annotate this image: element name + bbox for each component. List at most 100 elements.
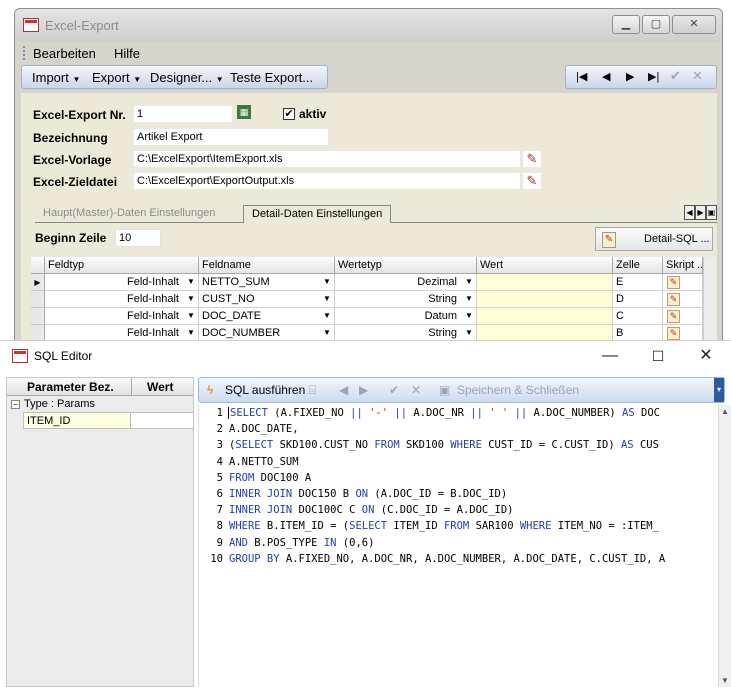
grid-cell-zelle[interactable]: E xyxy=(613,274,663,291)
vorlage-field[interactable]: C:\ExcelExport\ItemExport.xls xyxy=(133,150,521,168)
row-selector[interactable] xyxy=(31,308,45,325)
grid-cell-zelle[interactable]: D xyxy=(613,291,663,308)
dropdown-arrow-icon[interactable]: ▼ xyxy=(185,276,197,288)
code-line[interactable]: 4 A.NETTO_SUM xyxy=(199,456,719,473)
zieldatei-field[interactable]: C:\ExcelExport\ExportOutput.xls xyxy=(133,172,521,190)
calculator-icon[interactable]: ▦ xyxy=(237,105,251,119)
param-name-cell[interactable]: ITEM_ID xyxy=(23,412,131,429)
sql-vertical-scrollbar[interactable]: ▲ ▼ xyxy=(718,405,731,687)
dropdown-arrow-icon[interactable]: ▼ xyxy=(463,293,475,305)
beginn-zeile-field[interactable]: 10 xyxy=(115,229,161,247)
scroll-up-icon[interactable]: ▲ xyxy=(719,405,731,418)
prev-record-icon[interactable]: ◀ xyxy=(602,70,610,83)
param-value-cell[interactable] xyxy=(130,412,194,429)
code-line[interactable]: 2 A.DOC_DATE, xyxy=(199,423,719,440)
menu-bearbeiten[interactable]: Bearbeiten xyxy=(33,46,96,61)
grid-cell-feldtyp[interactable]: Feld-Inhalt ▼ xyxy=(45,291,199,308)
grid-cell-feldname[interactable]: DOC_DATE ▼ xyxy=(199,308,335,325)
first-record-icon[interactable]: |◀ xyxy=(576,70,587,83)
tab-detail-data[interactable]: Detail-Daten Einstellungen xyxy=(243,205,392,223)
dropdown-arrow-icon[interactable]: ▼ xyxy=(321,327,333,339)
grid-vertical-scrollbar[interactable] xyxy=(703,257,717,347)
minimize-button[interactable]: — xyxy=(600,346,620,366)
grid-cell-skript[interactable]: ✎ xyxy=(663,291,703,308)
dropdown-arrow-icon[interactable]: ▼ xyxy=(185,310,197,322)
dropdown-arrow-icon[interactable]: ▼ xyxy=(321,293,333,305)
code-line[interactable]: 9 AND B.POS_TYPE IN (0,6) xyxy=(199,537,719,554)
code-line[interactable]: 8 WHERE B.ITEM_ID = (SELECT ITEM_ID FROM … xyxy=(199,520,719,537)
export-menu-button[interactable]: Export ▼ xyxy=(92,70,141,85)
edit-pencil-icon[interactable]: ✎ xyxy=(523,151,541,167)
grid-cell-feldname[interactable]: CUST_NO ▼ xyxy=(199,291,335,308)
script-edit-icon[interactable]: ✎ xyxy=(667,327,680,340)
script-edit-icon[interactable]: ✎ xyxy=(667,276,680,289)
param-row[interactable]: ITEM_ID xyxy=(23,412,194,429)
row-selector[interactable] xyxy=(31,291,45,308)
confirm-icon[interactable]: ✔ xyxy=(389,383,399,397)
grid-cell-zelle[interactable]: C xyxy=(613,308,663,325)
grid-cell-skript[interactable]: ✎ xyxy=(663,308,703,325)
last-record-icon[interactable]: ▶| xyxy=(648,70,659,83)
format-icon[interactable]: ⌸ xyxy=(309,383,316,398)
scroll-down-icon[interactable]: ▼ xyxy=(719,674,731,687)
cancel-icon[interactable]: ✕ xyxy=(692,68,703,84)
confirm-icon[interactable]: ✔ xyxy=(670,68,681,84)
code-line[interactable]: 6 INNER JOIN DOC150 B ON (A.DOC_ID = B.DO… xyxy=(199,488,719,505)
script-edit-icon[interactable]: ✎ xyxy=(667,293,680,306)
tab-close-icon[interactable]: ▣ xyxy=(706,205,717,220)
dropdown-arrow-icon[interactable]: ▼ xyxy=(185,293,197,305)
forward-icon[interactable]: ▶ xyxy=(359,383,368,397)
current-row-indicator-icon[interactable]: ▶ xyxy=(31,274,45,291)
close-button[interactable]: ✕ xyxy=(696,346,716,366)
code-line[interactable]: 3 (SELECT SKD100.CUST_NO FROM SKD100 WHER… xyxy=(199,439,719,456)
grid-cell-feldname[interactable]: NETTO_SUM ▼ xyxy=(199,274,335,291)
import-menu-button[interactable]: Import ▼ xyxy=(32,70,80,85)
grid-cell-wertetyp[interactable]: Dezimal ▼ xyxy=(335,274,477,291)
bezeichnung-field[interactable]: Artikel Export xyxy=(133,128,329,146)
tab-scroll-right-icon[interactable]: ▶ xyxy=(695,205,706,220)
grid-cell-feldtyp[interactable]: Feld-Inhalt ▼ xyxy=(45,308,199,325)
code-line[interactable]: 1 SELECT (A.FIXED_NO || '-' || A.DOC_NR |… xyxy=(199,407,719,424)
dropdown-arrow-icon[interactable]: ▼ xyxy=(185,327,197,339)
edit-pencil-icon[interactable]: ✎ xyxy=(523,173,541,189)
grid-cell-feldtyp[interactable]: Feld-Inhalt ▼ xyxy=(45,274,199,291)
grid-header-zelle[interactable]: Zelle xyxy=(613,257,663,274)
tab-scroll-left-icon[interactable]: ◀ xyxy=(684,205,695,220)
grid-header-skript[interactable]: Skript ... xyxy=(663,257,703,274)
code-line[interactable]: 5 FROM DOC100 A xyxy=(199,472,719,489)
code-line[interactable]: 7 INNER JOIN DOC100C C ON (C.DOC_ID = A.D… xyxy=(199,504,719,521)
grid-cell-skript[interactable]: ✎ xyxy=(663,274,703,291)
dropdown-arrow-icon[interactable]: ▼ xyxy=(463,276,475,288)
grid-row[interactable]: Feld-Inhalt ▼ CUST_NO ▼ String ▼ D ✎ xyxy=(31,291,717,308)
maximize-button[interactable]: ▢ xyxy=(642,15,670,34)
code-line[interactable]: 10 GROUP BY A.FIXED_NO, A.DOC_NR, A.DOC_N… xyxy=(199,553,719,570)
test-export-button[interactable]: Teste Export... xyxy=(230,70,313,85)
sql-code-editor[interactable]: 1 SELECT (A.FIXED_NO || '-' || A.DOC_NR |… xyxy=(198,405,718,687)
next-record-icon[interactable]: ▶ xyxy=(626,70,634,83)
designer-menu-button[interactable]: Designer... ▼ xyxy=(150,70,224,85)
back-icon[interactable]: ◀ xyxy=(339,383,348,397)
grid-header-wert[interactable]: Wert xyxy=(477,257,613,274)
toolbar-overflow-icon[interactable]: ▾ xyxy=(714,378,724,402)
dropdown-arrow-icon[interactable]: ▼ xyxy=(463,310,475,322)
minimize-button[interactable]: ▁ xyxy=(612,15,640,34)
grid-header-feldtyp[interactable]: Feldtyp xyxy=(45,257,199,274)
script-edit-icon[interactable]: ✎ xyxy=(667,310,680,323)
grid-cell-wertetyp[interactable]: String ▼ xyxy=(335,291,477,308)
dropdown-arrow-icon[interactable]: ▼ xyxy=(463,327,475,339)
save-close-button[interactable]: Speichern & Schließen xyxy=(457,383,579,397)
tab-master-data[interactable]: Haupt(Master)-Daten Einstellungen xyxy=(35,205,223,223)
grid-row[interactable]: Feld-Inhalt ▼ DOC_DATE ▼ Datum ▼ C ✎ xyxy=(31,308,717,325)
maximize-button[interactable]: ☐ xyxy=(648,346,668,366)
grid-cell-wert[interactable] xyxy=(477,291,613,308)
grid-cell-wertetyp[interactable]: Datum ▼ xyxy=(335,308,477,325)
aktiv-checkbox[interactable]: ✔ xyxy=(283,108,295,120)
grid-header-feldname[interactable]: Feldname xyxy=(199,257,335,274)
grid-cell-wert[interactable] xyxy=(477,308,613,325)
close-button[interactable]: ✕ xyxy=(672,15,716,34)
run-sql-button[interactable]: SQL ausführen xyxy=(225,383,305,397)
menu-hilfe[interactable]: Hilfe xyxy=(114,46,140,61)
grid-cell-wert[interactable] xyxy=(477,274,613,291)
export-nr-field[interactable]: 1 xyxy=(133,105,233,123)
save-icon[interactable]: ▣ xyxy=(439,383,450,397)
